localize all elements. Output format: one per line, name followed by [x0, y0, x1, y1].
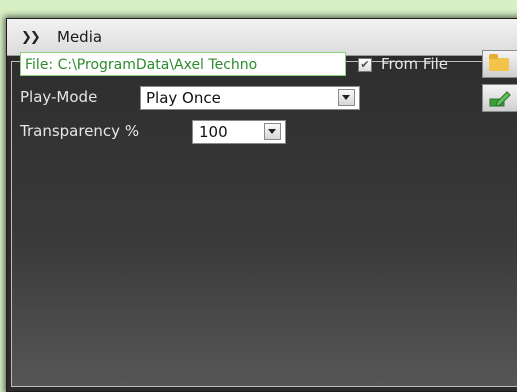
from-file-checkbox[interactable]: ✔ — [358, 58, 372, 72]
from-file-label: From File — [381, 55, 449, 73]
transparency-value: 100 — [199, 123, 228, 141]
transparency-select[interactable]: 100 — [192, 120, 286, 144]
double-chevron-down-icon[interactable]: ❯❯ — [21, 31, 41, 44]
pencil-icon — [489, 91, 511, 107]
chevron-down-icon[interactable] — [264, 123, 281, 140]
play-mode-select[interactable]: Play Once — [140, 86, 360, 110]
play-mode-label: Play-Mode — [20, 88, 98, 106]
panel-title: Media — [57, 28, 103, 46]
edit-button[interactable] — [482, 84, 517, 112]
folder-icon — [489, 54, 509, 71]
media-panel-header[interactable]: ❯❯ Media — [7, 19, 517, 56]
file-path-field[interactable]: File: C:\ProgramData\Axel Techno — [20, 52, 346, 76]
browse-button[interactable] — [482, 50, 517, 78]
chevron-down-icon[interactable] — [338, 89, 355, 106]
play-mode-value: Play Once — [146, 89, 221, 107]
transparency-label: Transparency % — [20, 122, 140, 140]
